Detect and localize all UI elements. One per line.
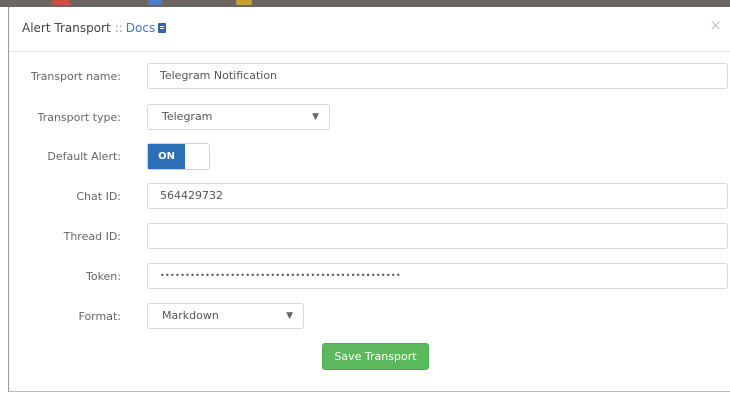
chat-id-label: Chat ID: xyxy=(76,190,121,203)
save-transport-button[interactable]: Save Transport xyxy=(322,343,429,370)
chat-id-input[interactable]: 564429732 xyxy=(147,183,728,209)
default-alert-toggle[interactable]: ON xyxy=(147,143,210,170)
transport-type-select[interactable]: Telegram ▼ xyxy=(147,104,330,130)
thread-id-label: Thread ID: xyxy=(63,230,121,243)
default-alert-label: Default Alert: xyxy=(47,150,121,163)
chevron-down-icon: ▼ xyxy=(312,112,319,122)
modal-title-text: Alert Transport xyxy=(22,21,111,35)
book-icon[interactable] xyxy=(158,23,167,33)
transport-name-label: Transport name: xyxy=(30,70,121,83)
token-label: Token: xyxy=(85,270,121,283)
close-icon[interactable]: × xyxy=(709,18,722,33)
thread-id-input[interactable] xyxy=(147,223,728,249)
docs-link[interactable]: Docs xyxy=(126,21,155,35)
toggle-on-state: ON xyxy=(148,144,185,169)
background-color-blip xyxy=(148,0,162,5)
token-input[interactable]: ••••••••••••••••••••••••••••••••••••••••… xyxy=(147,263,728,289)
modal-header: Alert Transport:: Docs × xyxy=(9,7,730,52)
background-color-blip xyxy=(52,0,70,5)
background-color-blip xyxy=(236,0,252,5)
alert-transport-modal: Alert Transport:: Docs × Transport name: … xyxy=(8,7,730,392)
transport-type-label: Transport type: xyxy=(37,111,121,124)
transport-name-input[interactable]: Telegram Notification xyxy=(147,63,728,89)
modal-title: Alert Transport:: Docs xyxy=(22,21,167,35)
title-separator: :: xyxy=(114,21,123,35)
format-label: Format: xyxy=(78,310,121,323)
chevron-down-icon: ▼ xyxy=(286,311,293,321)
transport-type-value: Telegram xyxy=(162,110,213,123)
format-select[interactable]: Markdown ▼ xyxy=(147,303,304,329)
background-window-strip xyxy=(0,0,730,7)
format-value: Markdown xyxy=(162,309,219,322)
